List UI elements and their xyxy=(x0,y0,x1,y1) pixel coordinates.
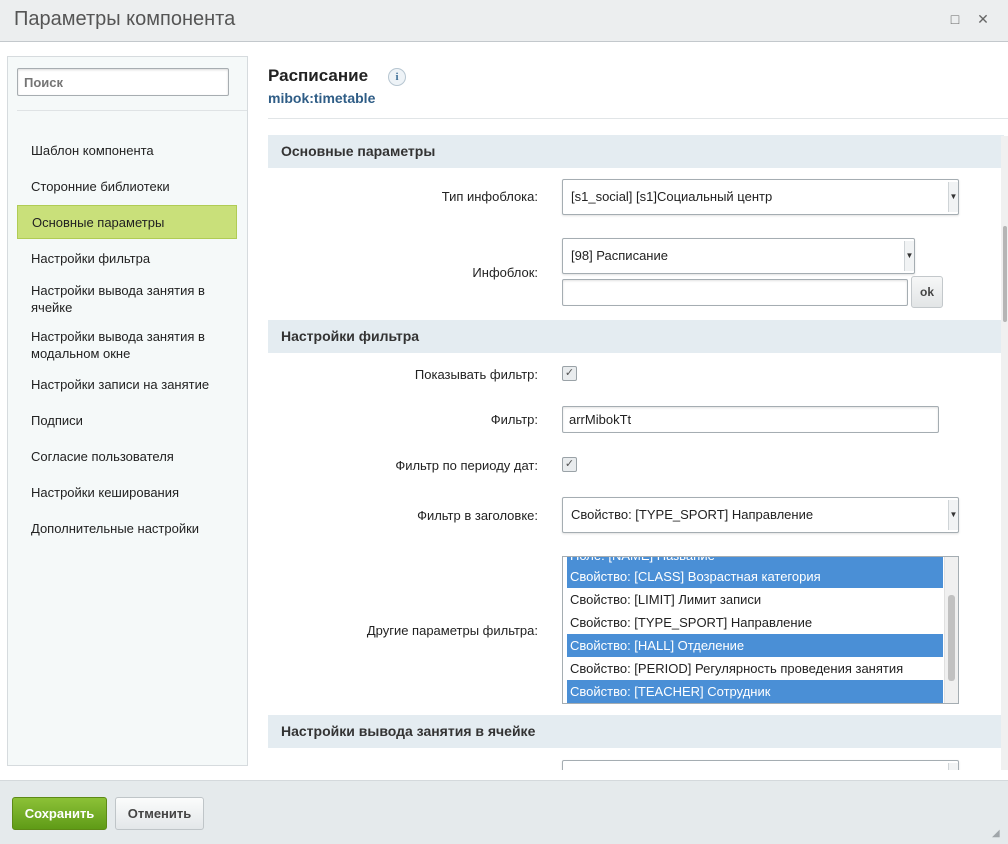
ok-button[interactable]: ok xyxy=(911,276,943,308)
date-filter-label: Фильтр по периоду дат: xyxy=(395,458,538,473)
list-item[interactable]: Свойство: [HALL] Отделение xyxy=(567,634,943,657)
filter-name-input[interactable]: arrMibokTt xyxy=(562,406,939,433)
chevron-down-icon: ▼ xyxy=(904,241,914,271)
sidebar-item-libraries[interactable]: Сторонние библиотеки xyxy=(17,177,237,195)
sidebar-divider xyxy=(17,110,247,111)
cancel-button[interactable]: Отменить xyxy=(115,797,204,830)
sidebar-item-cell-output[interactable]: Настройки вывода занятия в ячейке xyxy=(17,281,237,317)
section-main-params: Основные параметры xyxy=(268,135,1004,168)
other-filter-label: Другие параметры фильтра: xyxy=(366,623,538,638)
section-filter: Настройки фильтра xyxy=(268,320,1004,353)
iblock-type-select[interactable]: [s1_social] [s1]Социальный центр ▼ xyxy=(562,179,959,215)
cell-output-select[interactable]: ▼ xyxy=(562,760,959,770)
list-item[interactable]: Свойство: [CLASS] Возрастная категория xyxy=(567,565,943,588)
filter-name-label: Фильтр: xyxy=(490,412,538,427)
header-filter-select[interactable]: Свойство: [TYPE_SPORT] Направление ▼ xyxy=(562,497,959,533)
chevron-down-icon: ▼ xyxy=(948,500,958,530)
list-item[interactable]: Свойство: [TYPE_SPORT] Направление xyxy=(567,611,943,634)
list-item[interactable]: Свойство: [PERIOD] Регулярность проведен… xyxy=(567,657,943,680)
iblock-type-label: Тип инфоблока: xyxy=(441,189,538,204)
sidebar-item-consent[interactable]: Согласие пользователя xyxy=(17,447,237,465)
maximize-icon[interactable]: □ xyxy=(946,10,964,28)
content-scrollbar-thumb[interactable] xyxy=(1003,226,1007,322)
save-button[interactable]: Сохранить xyxy=(12,797,107,830)
show-filter-checkbox[interactable]: ✓ xyxy=(562,366,577,381)
iblock-select[interactable]: [98] Расписание ▼ xyxy=(562,238,915,274)
sidebar-item-caching[interactable]: Настройки кеширования xyxy=(17,483,237,501)
dialog-title: Параметры компонента xyxy=(14,8,236,30)
date-filter-checkbox[interactable]: ✓ xyxy=(562,457,577,472)
close-icon[interactable]: ✕ xyxy=(974,10,992,28)
chevron-down-icon: ▼ xyxy=(948,182,958,212)
iblock-id-input[interactable] xyxy=(562,279,908,306)
header-filter-label: Фильтр в заголовке: xyxy=(417,508,538,523)
component-title: Расписание xyxy=(268,66,369,85)
section-cell-output: Настройки вывода занятия в ячейке xyxy=(268,715,1004,748)
sidebar-item-captions[interactable]: Подписи xyxy=(17,411,237,429)
listbox-scrollbar-thumb[interactable] xyxy=(948,595,955,681)
sidebar-item-filter[interactable]: Настройки фильтра xyxy=(17,249,237,267)
sidebar-item-enrollment[interactable]: Настройки записи на занятие xyxy=(17,375,237,393)
sidebar-item-template[interactable]: Шаблон компонента xyxy=(17,141,237,159)
header-divider xyxy=(268,118,1008,119)
iblock-value: [98] Расписание xyxy=(571,248,668,263)
component-code: mibok:timetable xyxy=(268,90,376,106)
chevron-down-icon: ▼ xyxy=(948,763,958,770)
search-input[interactable] xyxy=(17,68,229,96)
list-item[interactable]: Свойство: [LIMIT] Лимит записи xyxy=(567,588,943,611)
iblock-label: Инфоблок: xyxy=(472,265,538,280)
info-icon[interactable]: i xyxy=(388,68,406,86)
list-item[interactable]: Свойство: [TEACHER] Сотрудник xyxy=(567,680,943,703)
settings-panel: Расписание i mibok:timetable Основные па… xyxy=(268,56,1008,770)
sidebar-item-modal-output[interactable]: Настройки вывода занятия в модальном окн… xyxy=(17,327,237,363)
dialog-footer: Сохранить Отменить xyxy=(0,780,1008,844)
sidebar-item-main-params[interactable]: Основные параметры xyxy=(17,205,237,239)
sidebar-item-additional[interactable]: Дополнительные настройки xyxy=(17,519,237,537)
dialog-titlebar: Параметры компонента □ ✕ xyxy=(0,0,1008,42)
show-filter-label: Показывать фильтр: xyxy=(414,367,538,382)
other-filter-listbox[interactable]: Поле: [NAME] Название Свойство: [CLASS] … xyxy=(562,556,959,704)
resize-grip-icon[interactable]: ◢ xyxy=(992,828,1004,840)
sidebar: Шаблон компонента Сторонние библиотеки О… xyxy=(7,56,248,766)
iblock-type-value: [s1_social] [s1]Социальный центр xyxy=(571,189,773,204)
header-filter-value: Свойство: [TYPE_SPORT] Направление xyxy=(571,507,814,522)
